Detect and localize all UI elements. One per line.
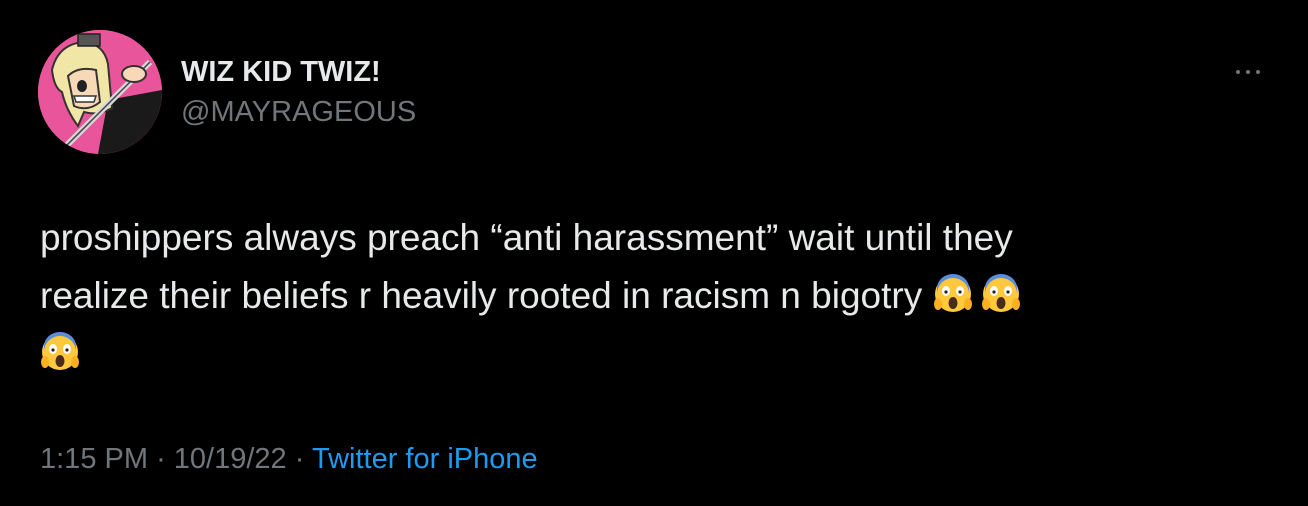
tweet-source-link[interactable]: Twitter for iPhone — [312, 443, 538, 475]
separator: · — [156, 443, 166, 475]
author-display-name[interactable]: WIZ KID TWIZ! — [181, 56, 381, 89]
tweet-text: proshippers always preach “anti harassme… — [40, 209, 1280, 383]
avatar[interactable] — [38, 30, 162, 154]
tweet-text-line-2: realize their beliefs r heavily rooted i… — [40, 275, 923, 316]
tweet-meta: 1:15 PM · 10/19/22 · Twitter for iPhone — [40, 443, 538, 476]
face-screaming-in-fear-emoji — [40, 332, 80, 372]
more-options-icon[interactable] — [1232, 60, 1264, 84]
face-screaming-in-fear-emoji — [933, 274, 973, 314]
tweet-text-line-1: proshippers always preach “anti harassme… — [40, 217, 1013, 258]
face-screaming-in-fear-emoji — [981, 274, 1021, 314]
tweet-date[interactable]: 10/19/22 — [174, 443, 287, 475]
tweet: WIZ KID TWIZ! @MAYRAGEOUS proshippers al… — [0, 0, 1308, 506]
profile-avatar-image — [38, 30, 162, 154]
author-handle[interactable]: @MAYRAGEOUS — [181, 96, 416, 129]
tweet-time[interactable]: 1:15 PM — [40, 443, 148, 475]
separator: · — [294, 443, 305, 475]
